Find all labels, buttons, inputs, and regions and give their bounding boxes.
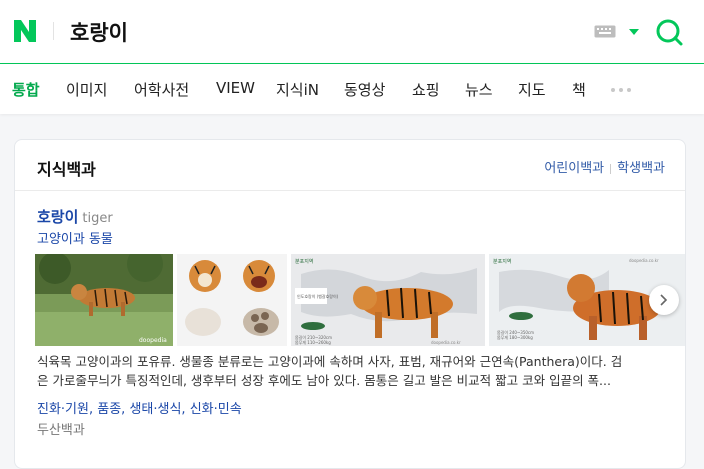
- header-separator: [53, 22, 54, 40]
- entry-category-link[interactable]: 고양이과 동물: [37, 228, 113, 247]
- card-divider: [15, 190, 685, 191]
- tab-dictionary[interactable]: 어학사전: [134, 79, 189, 100]
- thumb-label: 몸무게 110~260kg: [295, 339, 331, 345]
- sub-link-ecology[interactable]: 생태·생식: [129, 402, 181, 417]
- tab-map[interactable]: 지도: [518, 79, 546, 100]
- tiger-face-paw-thumbnail[interactable]: [177, 254, 287, 346]
- entry-title: 호랑이 tiger: [37, 206, 113, 227]
- tiger-photo-thumbnail[interactable]: doopedia: [35, 254, 173, 346]
- kids-encyclopedia-link[interactable]: 어린이백과: [544, 161, 604, 176]
- search-icon[interactable]: [654, 17, 684, 47]
- thumb-label: doopedia.co.kr: [629, 258, 659, 263]
- sub-link-evolution[interactable]: 진화·기원: [37, 402, 89, 417]
- keyboard-icon[interactable]: [594, 25, 616, 38]
- chevron-right-icon: [660, 294, 668, 306]
- thumb-label: 몸무게 180~300kg: [497, 334, 533, 340]
- tab-kin[interactable]: 지식iN: [276, 79, 319, 100]
- description-line: 식육목 고양이과의 포유류. 생물종 분류로는 고양이과에 속하며 사자, 표범…: [37, 354, 623, 369]
- search-header: 호랑이: [0, 0, 704, 64]
- tiger-distribution-thumbnail[interactable]: 분포지역 인도호랑이 (벵갈호랑이) 몸길이 210~320cm 몸무게 110…: [291, 254, 485, 346]
- tab-news[interactable]: 뉴스: [465, 79, 493, 100]
- student-encyclopedia-link[interactable]: 학생백과: [617, 161, 665, 176]
- link-separator: [610, 163, 612, 174]
- entry-source[interactable]: 두산백과: [37, 419, 85, 438]
- entry-name-link[interactable]: 호랑이: [37, 208, 78, 226]
- naver-logo[interactable]: [12, 18, 38, 44]
- search-tabs: 통합 이미지 어학사전 VIEW 지식iN 동영상 쇼핑 뉴스 지도 책: [0, 64, 704, 114]
- entry-sub-links: 진화·기원, 품종, 생태·생식, 신화·민속: [37, 402, 242, 417]
- encyclopedia-links: 어린이백과 학생백과: [544, 157, 665, 176]
- entry-english-name: tiger: [82, 211, 113, 226]
- thumb-label: doopedia.co.kr: [431, 340, 461, 345]
- tab-video[interactable]: 동영상: [344, 79, 385, 100]
- sub-link-myth[interactable]: 신화·민속: [190, 402, 242, 417]
- description-line: 은 가로줄무늬가 특징적인데, 생후부터 성장 후에도 남아 있다. 몸통은 길…: [37, 373, 611, 388]
- chevron-down-icon[interactable]: [629, 29, 639, 35]
- sub-link-breed[interactable]: 품종: [97, 402, 121, 417]
- tab-view[interactable]: VIEW: [216, 79, 255, 97]
- thumb-label: 분포지역: [493, 258, 511, 265]
- tab-integrated[interactable]: 통합: [12, 79, 40, 100]
- tab-book[interactable]: 책: [572, 79, 586, 100]
- carousel-next-button[interactable]: [649, 285, 679, 315]
- entry-description: 식육목 고양이과의 포유류. 생물종 분류로는 고양이과에 속하며 사자, 표범…: [37, 352, 665, 390]
- thumb-label: 분포지역: [295, 258, 313, 265]
- image-carousel: doopedia 분포지역 인도호랑이 (벵갈호랑이) 몸길이 210~320c…: [35, 254, 685, 346]
- encyclopedia-card: 지식백과 어린이백과 학생백과 호랑이 tiger 고양이과 동물 doopedia: [14, 139, 686, 469]
- thumb-watermark: doopedia: [139, 337, 167, 344]
- tab-images[interactable]: 이미지: [66, 79, 107, 100]
- more-tabs-icon[interactable]: [611, 88, 631, 92]
- thumb-label: 인도호랑이 (벵갈호랑이): [297, 293, 339, 299]
- card-title: 지식백과: [37, 160, 96, 179]
- search-query[interactable]: 호랑이: [70, 17, 128, 47]
- tab-shopping[interactable]: 쇼핑: [412, 79, 440, 100]
